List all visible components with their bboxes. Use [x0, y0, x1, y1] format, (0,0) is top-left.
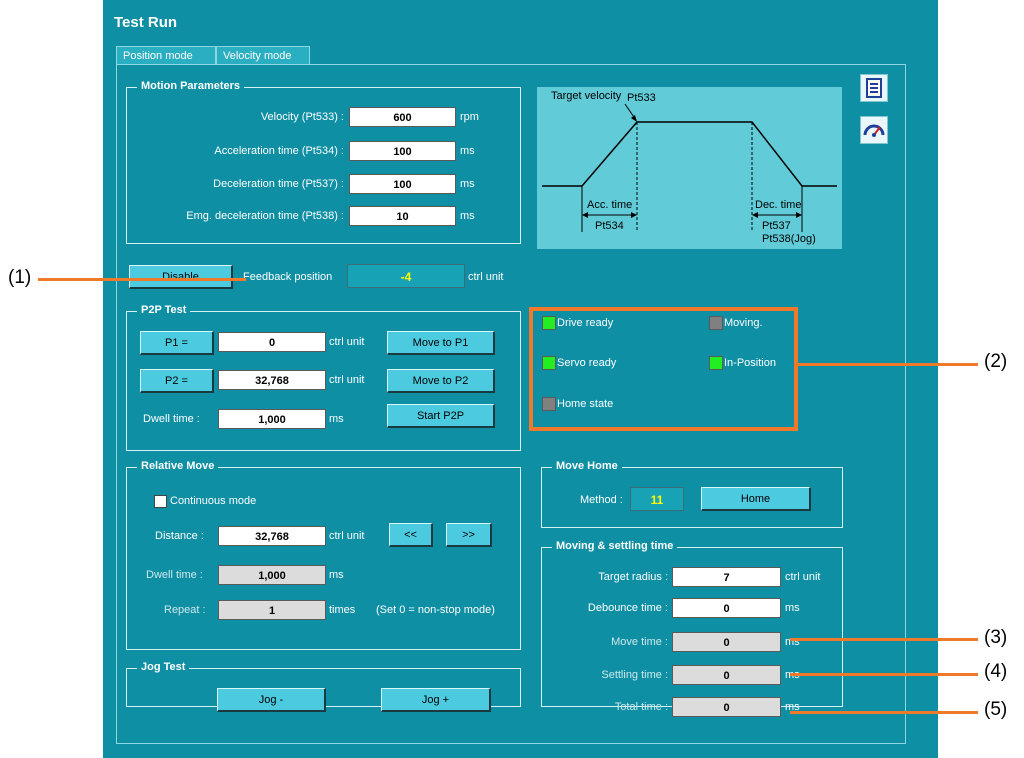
move-time-label: Move time :: [611, 636, 668, 648]
diagram-pt533: Pt533: [627, 92, 656, 104]
diagram-pt534: Pt534: [595, 220, 624, 232]
deceleration-label: Deceleration time (Pt537) :: [213, 178, 344, 190]
velocity-profile-chart: [542, 103, 837, 232]
status-highlight-box: [529, 307, 798, 431]
gauge-icon[interactable]: [860, 116, 888, 144]
window-title: Test Run: [114, 14, 178, 31]
jog-minus-button[interactable]: Jog -: [217, 688, 326, 712]
set-p2-button[interactable]: P2 =: [140, 369, 214, 393]
callout-4-line: [790, 673, 978, 676]
feedback-position-unit: ctrl unit: [468, 271, 504, 283]
velocity-field[interactable]: 600: [349, 107, 456, 127]
p2p-dwell-label: Dwell time :: [143, 413, 200, 425]
start-p2p-button[interactable]: Start P2P: [387, 404, 495, 428]
move-to-p1-button[interactable]: Move to P1: [387, 331, 495, 355]
move-time-field: 0: [672, 632, 781, 652]
continuous-mode-checkbox[interactable]: [154, 495, 167, 508]
feedback-position-label: Feedback position: [243, 271, 333, 283]
emg-deceleration-label: Emg. deceleration time (Pt538) :: [186, 210, 344, 222]
p1-unit: ctrl unit: [329, 336, 365, 348]
repeat-field: 1: [218, 600, 326, 620]
home-button[interactable]: Home: [701, 487, 811, 511]
emg-deceleration-field[interactable]: 10: [349, 206, 456, 226]
p1-field[interactable]: 0: [218, 332, 326, 352]
debounce-time-field[interactable]: 0: [672, 598, 781, 618]
total-time-unit: ms: [785, 701, 800, 713]
report-icon[interactable]: [860, 74, 888, 102]
deceleration-unit: ms: [460, 178, 475, 190]
p2-unit: ctrl unit: [329, 374, 365, 386]
acceleration-field[interactable]: 100: [349, 141, 456, 161]
velocity-label: Velocity (Pt533) :: [260, 111, 344, 123]
velocity-unit: rpm: [460, 111, 479, 123]
repeat-note: (Set 0 = non-stop mode): [376, 604, 495, 616]
diagram-pt538: Pt538(Jog): [762, 233, 816, 245]
target-radius-unit: ctrl unit: [785, 571, 821, 583]
group-title: P2P Test: [137, 304, 191, 316]
callout-3-line: [790, 638, 978, 641]
group-title: Moving & settling time: [552, 540, 678, 552]
settling-time-field: 0: [672, 665, 781, 685]
callout-2-line: [798, 363, 978, 366]
group-title: Jog Test: [137, 661, 190, 673]
tab-position-mode[interactable]: Position mode: [116, 46, 216, 65]
velocity-profile-diagram: Target velocity Pt533 Acc. time Pt534 De…: [537, 87, 842, 249]
group-title: Motion Parameters: [137, 80, 245, 92]
diagram-dec-time: Dec. time: [755, 199, 802, 211]
continuous-mode-label: Continuous mode: [170, 495, 257, 507]
set-p1-button[interactable]: P1 =: [140, 331, 214, 355]
move-to-p2-button[interactable]: Move to P2: [387, 369, 495, 393]
distance-field[interactable]: 32,768: [218, 526, 326, 546]
debounce-time-unit: ms: [785, 602, 800, 614]
distance-unit: ctrl unit: [329, 530, 365, 542]
callout-1-line: [38, 278, 246, 281]
target-radius-field[interactable]: 7: [672, 567, 781, 587]
tab-velocity-mode[interactable]: Velocity mode: [216, 46, 310, 65]
move-backward-button[interactable]: <<: [389, 523, 433, 547]
home-method-label: Method :: [580, 494, 623, 506]
feedback-position-value: -4: [347, 264, 465, 288]
move-forward-button[interactable]: >>: [446, 523, 492, 547]
emg-deceleration-unit: ms: [460, 210, 475, 222]
callout-1: (1): [8, 267, 32, 288]
p2-field[interactable]: 32,768: [218, 370, 326, 390]
repeat-label: Repeat :: [164, 604, 206, 616]
p2p-dwell-field[interactable]: 1,000: [218, 409, 326, 429]
callout-2: (2): [984, 351, 1008, 372]
relative-dwell-unit: ms: [329, 569, 344, 581]
p2p-dwell-unit: ms: [329, 413, 344, 425]
target-radius-label: Target radius :: [598, 571, 668, 583]
total-time-label: Total time :: [614, 701, 668, 713]
diagram-acc-time: Acc. time: [587, 199, 633, 211]
debounce-time-label: Debounce time :: [587, 602, 668, 614]
relative-dwell-field: 1,000: [218, 565, 326, 585]
diagram-pt537: Pt537: [762, 220, 791, 232]
settling-time-label: Settling time :: [601, 669, 668, 681]
deceleration-field[interactable]: 100: [349, 174, 456, 194]
home-method-value: 11: [630, 487, 684, 511]
callout-5: (5): [984, 699, 1008, 720]
group-title: Relative Move: [137, 460, 219, 472]
disable-button[interactable]: Disable: [129, 265, 233, 289]
callout-5-line: [790, 711, 978, 714]
group-title: Move Home: [552, 460, 622, 472]
jog-plus-button[interactable]: Jog +: [381, 688, 491, 712]
diagram-target-velocity: Target velocity: [551, 90, 622, 102]
acceleration-unit: ms: [460, 145, 475, 157]
move-time-unit: ms: [785, 636, 800, 648]
relative-dwell-label: Dwell time :: [146, 569, 203, 581]
callout-3: (3): [984, 627, 1008, 648]
total-time-field: 0: [672, 697, 781, 717]
callout-4: (4): [984, 661, 1008, 682]
distance-label: Distance :: [155, 530, 204, 542]
repeat-unit: times: [329, 604, 356, 616]
acceleration-label: Acceleration time (Pt534) :: [214, 145, 344, 157]
